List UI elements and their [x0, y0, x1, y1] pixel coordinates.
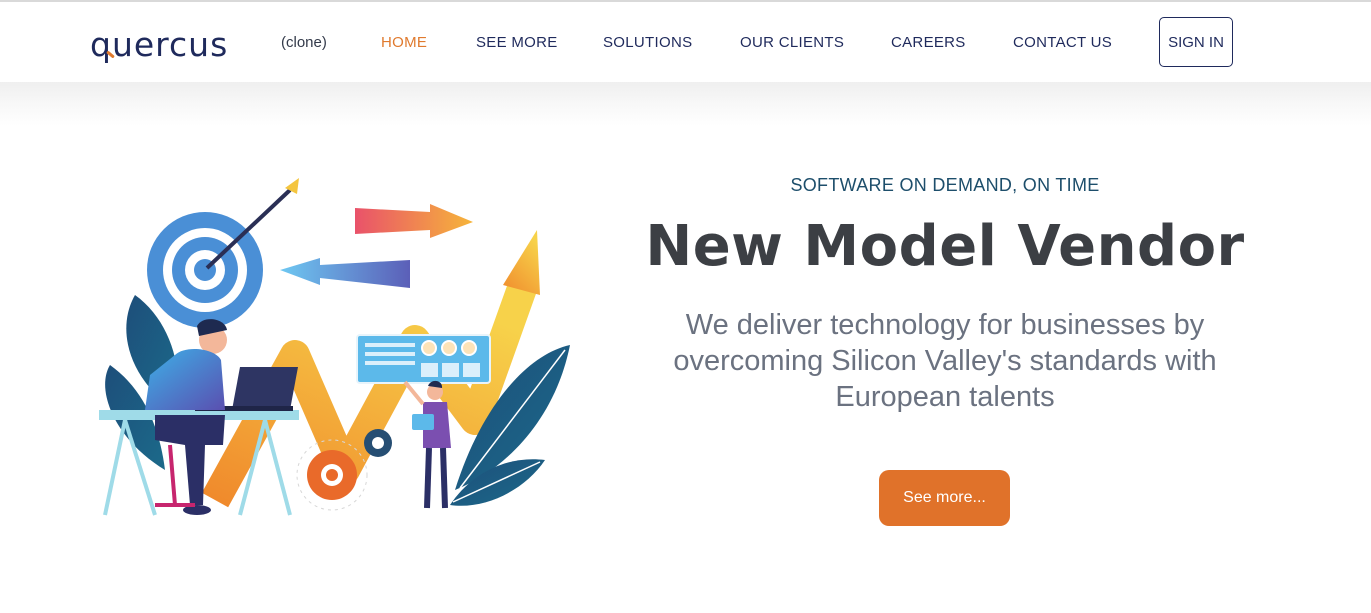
see-more-button[interactable]: See more... — [879, 470, 1010, 526]
hero-text-block: SOFTWARE ON DEMAND, ON TIME New Model Ve… — [640, 175, 1250, 415]
navbar: quercus (clone) HOME SEE MORE SOLUTIONS … — [0, 2, 1371, 82]
hero-description: We deliver technology for businesses by … — [673, 309, 1217, 413]
nav-careers[interactable]: CAREERS — [891, 34, 966, 51]
nav-see-more[interactable]: SEE MORE — [476, 34, 558, 51]
hero-title: New Model Vendor — [645, 214, 1245, 279]
target-icon — [147, 178, 299, 328]
hero-eyebrow: SOFTWARE ON DEMAND, ON TIME — [790, 175, 1100, 195]
nav-our-clients[interactable]: OUR CLIENTS — [740, 34, 844, 51]
dashboard-panel — [356, 334, 491, 384]
growth-arrow-head — [503, 230, 540, 295]
nav-home[interactable]: HOME — [381, 34, 427, 51]
site-logo[interactable]: quercus — [90, 24, 228, 64]
nav-contact-us[interactable]: CONTACT US — [1013, 34, 1112, 51]
logo-text: quercus — [90, 24, 229, 64]
header-shadow — [0, 82, 1371, 126]
arrow-icon — [280, 204, 473, 288]
nav-solutions[interactable]: SOLUTIONS — [603, 34, 692, 51]
hero-illustration — [99, 178, 570, 516]
sign-in-button[interactable]: SIGN IN — [1159, 17, 1233, 67]
clone-tag: (clone) — [281, 34, 327, 51]
